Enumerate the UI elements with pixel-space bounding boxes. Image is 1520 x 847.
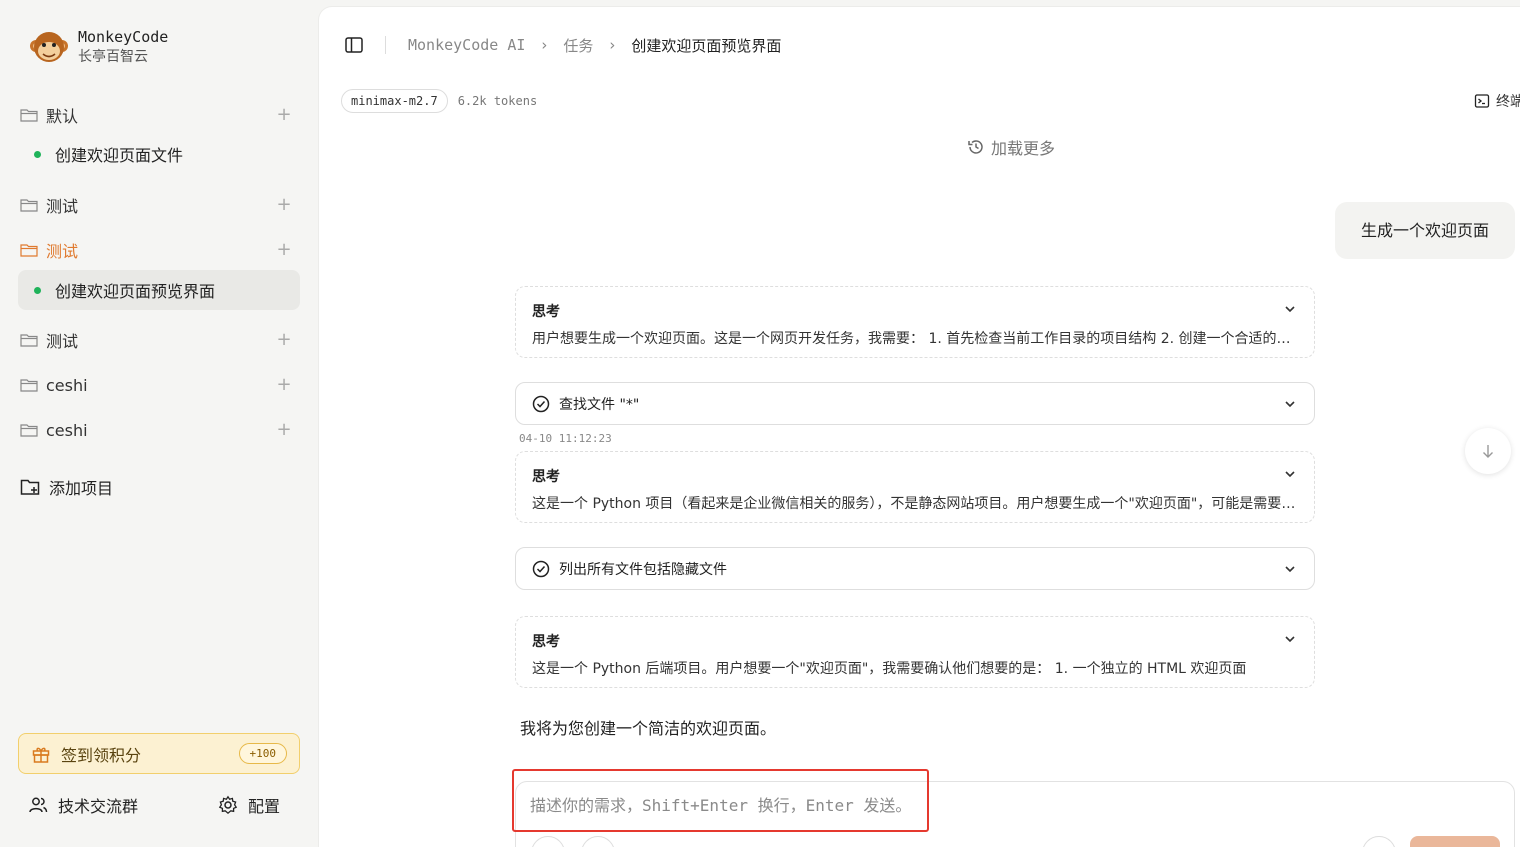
- project-group-test[interactable]: 测试 +: [18, 323, 300, 357]
- chevron-down-icon: [1285, 566, 1295, 573]
- scroll-to-bottom-button[interactable]: [1465, 428, 1511, 474]
- sidebar-toggle-icon[interactable]: [345, 37, 363, 53]
- chevron-down-icon: [1285, 401, 1295, 408]
- users-icon: [29, 797, 48, 813]
- send-button[interactable]: [1410, 836, 1500, 847]
- breadcrumb-root[interactable]: MonkeyCode AI: [408, 36, 525, 54]
- add-project-label: 添加项目: [49, 479, 114, 498]
- terminal-icon: [1474, 94, 1490, 108]
- breadcrumb: MonkeyCode AI › 任务 › 创建欢迎页面预览界面: [345, 33, 781, 57]
- group-label: 默认: [46, 107, 79, 126]
- project-group-default[interactable]: 默认 +: [18, 98, 300, 132]
- prompt-input[interactable]: [530, 792, 1030, 820]
- status-dot: [34, 286, 41, 294]
- history-icon: [968, 140, 983, 154]
- folder-icon: [20, 379, 38, 392]
- breadcrumb-section[interactable]: 任务: [563, 35, 593, 56]
- breadcrumb-current: 创建欢迎页面预览界面: [631, 36, 782, 55]
- group-label: ceshi: [46, 420, 88, 440]
- chevron-right-icon: ›: [541, 36, 548, 54]
- task-item-selected[interactable]: 创建欢迎页面预览界面: [18, 270, 300, 310]
- checkin-label: 签到领积分: [61, 745, 142, 765]
- thinking-text: 这是一个 Python 项目（看起来是企业微信相关的服务），不是静态网站项目。用…: [532, 496, 1297, 512]
- add-task-plus-icon[interactable]: +: [274, 330, 294, 350]
- tool-call-block[interactable]: 查找文件 "*": [515, 382, 1315, 425]
- points-badge: +100: [238, 743, 287, 764]
- thinking-text: 这是一个 Python 后端项目。用户想要一个"欢迎页面"，我需要确认他们想要的…: [532, 661, 1247, 677]
- add-task-plus-icon[interactable]: +: [274, 105, 294, 125]
- tool-call-block[interactable]: 列出所有文件包括隐藏文件: [515, 547, 1315, 590]
- sidebar: MonkeyCode 长亭百智云 默认 + 创建欢迎页面文件 测试 + 测试 +…: [0, 0, 318, 847]
- message-composer: [515, 781, 1515, 847]
- check-circle-icon: [532, 395, 550, 412]
- project-group-test[interactable]: 测试 +: [18, 188, 300, 222]
- thinking-title: 思考: [532, 469, 560, 485]
- model-info: minimax-m2.7 6.2k tokens: [341, 89, 537, 113]
- group-label: 测试: [46, 332, 79, 351]
- arrow-down-icon: [1483, 445, 1493, 458]
- token-count: 6.2k tokens: [457, 94, 538, 108]
- project-group-ceshi[interactable]: ceshi +: [18, 413, 300, 447]
- thinking-block[interactable]: 思考 这是一个 Python 项目（看起来是企业微信相关的服务），不是静态网站项…: [515, 451, 1315, 523]
- main-panel: MonkeyCode AI › 任务 › 创建欢迎页面预览界面 minimax-…: [318, 6, 1520, 847]
- load-more-button[interactable]: 加载更多: [967, 135, 1055, 159]
- brand[interactable]: MonkeyCode 长亭百智云: [28, 26, 168, 68]
- task-item[interactable]: 创建欢迎页面文件: [18, 134, 300, 174]
- group-label: 测试: [46, 242, 79, 261]
- user-message: 生成一个欢迎页面: [1335, 202, 1515, 259]
- thinking-block[interactable]: 思考 这是一个 Python 后端项目。用户想要一个"欢迎页面"，我需要确认他们…: [515, 616, 1315, 688]
- gear-icon: [218, 795, 238, 815]
- brand-name: MonkeyCode: [78, 28, 169, 46]
- thinking-title: 思考: [532, 634, 560, 650]
- thinking-block[interactable]: 思考 用户想要生成一个欢迎页面。这是一个网页开发任务，我需要： 1. 首先检查当…: [515, 286, 1315, 358]
- load-more-label: 加载更多: [991, 139, 1056, 158]
- checkin-button[interactable]: 签到领积分 +100: [18, 733, 300, 774]
- community-label: 技术交流群: [58, 797, 139, 816]
- task-label: 创建欢迎页面文件: [55, 146, 184, 165]
- thinking-text: 用户想要生成一个欢迎页面。这是一个网页开发任务，我需要： 1. 首先检查当前工作…: [532, 331, 1297, 347]
- brand-subtitle: 长亭百智云: [78, 49, 148, 65]
- thinking-title: 思考: [532, 304, 560, 320]
- settings-button[interactable]: 配置: [218, 790, 280, 820]
- chevron-down-icon: [1285, 636, 1295, 643]
- task-label: 创建欢迎页面预览界面: [55, 282, 216, 301]
- add-task-plus-icon[interactable]: +: [274, 240, 294, 260]
- message-timestamp: 04-10 11:12:23: [519, 432, 612, 445]
- model-tag[interactable]: minimax-m2.7: [341, 89, 448, 113]
- tool-call-label: 查找文件 "*": [559, 396, 640, 413]
- folder-open-icon: [20, 244, 38, 257]
- add-task-plus-icon[interactable]: +: [274, 375, 294, 395]
- terminal-label: 终端: [1496, 94, 1520, 110]
- chevron-right-icon: ›: [609, 36, 616, 54]
- status-dot: [34, 150, 41, 158]
- divider: [385, 36, 386, 54]
- add-task-plus-icon[interactable]: +: [274, 420, 294, 440]
- community-group-link[interactable]: 技术交流群: [28, 790, 138, 820]
- group-label: 测试: [46, 197, 79, 216]
- folder-icon: [20, 424, 38, 437]
- project-group-test-active[interactable]: 测试 +: [18, 233, 300, 267]
- add-task-plus-icon[interactable]: +: [274, 195, 294, 215]
- project-group-ceshi[interactable]: ceshi +: [18, 368, 300, 402]
- assistant-message: 我将为您创建一个简洁的欢迎页面。: [520, 719, 777, 738]
- folder-plus-icon: [20, 479, 40, 495]
- terminal-button[interactable]: 终端: [1474, 91, 1520, 111]
- add-project-button[interactable]: 添加项目: [18, 470, 113, 504]
- tool-call-label: 列出所有文件包括隐藏文件: [559, 561, 727, 578]
- monkey-logo-icon: [30, 32, 68, 62]
- folder-icon: [20, 334, 38, 347]
- folder-icon: [20, 199, 38, 212]
- check-circle-icon: [532, 560, 550, 577]
- gift-icon: [32, 747, 50, 763]
- group-label: ceshi: [46, 375, 88, 395]
- chevron-down-icon: [1285, 471, 1295, 478]
- chevron-down-icon: [1285, 306, 1295, 313]
- settings-label: 配置: [248, 797, 281, 816]
- folder-icon: [20, 109, 38, 122]
